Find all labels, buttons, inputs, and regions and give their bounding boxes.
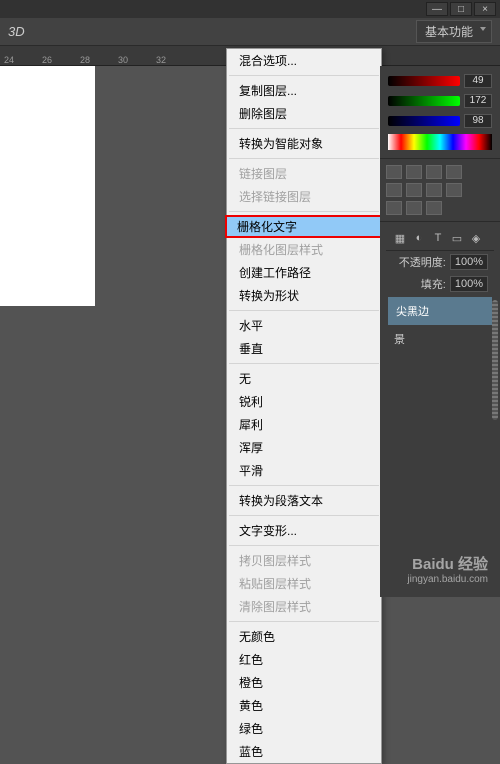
adjustment-icon[interactable] [386, 201, 402, 215]
fill-label: 填充: [421, 276, 446, 292]
menu-blue[interactable]: 蓝色 [227, 740, 381, 763]
menu-link-layers: 链接图层 [227, 162, 381, 185]
menu-convert-paragraph[interactable]: 转换为段落文本 [227, 489, 381, 512]
menu-no-color[interactable]: 无颜色 [227, 625, 381, 648]
red-value[interactable]: 49 [464, 74, 492, 88]
menu-paste-style: 粘贴图层样式 [227, 572, 381, 595]
adjustment-icon[interactable] [406, 165, 422, 179]
menu-aa-none[interactable]: 无 [227, 367, 381, 390]
fill-value[interactable]: 100% [450, 276, 488, 292]
menu-aa-strong[interactable]: 浑厚 [227, 436, 381, 459]
menu-aa-sharp[interactable]: 锐利 [227, 390, 381, 413]
color-panel: 49 172 98 [380, 66, 500, 158]
menu-green[interactable]: 绿色 [227, 717, 381, 740]
green-slider[interactable] [388, 96, 460, 106]
menu-rasterize-style: 栅格化图层样式 [227, 238, 381, 261]
filter-adjust-icon[interactable]: ◐ [411, 232, 427, 246]
menu-select-linked: 选择链接图层 [227, 185, 381, 208]
opacity-label: 不透明度: [399, 254, 446, 270]
menu-horizontal[interactable]: 水平 [227, 314, 381, 337]
watermark: Baidu 经验 jingyan.baidu.com [407, 553, 488, 585]
workspace-switcher[interactable]: 基本功能 [416, 20, 492, 43]
menu-yellow[interactable]: 黄色 [227, 694, 381, 717]
layer-filter-row: ▦ ◐ T ▭ ◈ [386, 228, 494, 251]
adjustment-icon[interactable] [386, 183, 402, 197]
adjustment-icon[interactable] [426, 183, 442, 197]
adjustment-icon[interactable] [446, 183, 462, 197]
panel-scrollbar[interactable] [492, 300, 498, 420]
watermark-logo: Baidu 经验 [407, 553, 488, 574]
adjustment-icon[interactable] [406, 183, 422, 197]
layer-context-menu: 混合选项... 复制图层... 删除图层 转换为智能对象 链接图层 选择链接图层… [226, 48, 382, 764]
minimize-button[interactable]: — [426, 2, 448, 16]
filter-pixel-icon[interactable]: ▦ [392, 232, 408, 246]
adjustments-row-3 [386, 201, 494, 215]
menu-aa-smooth[interactable]: 平滑 [227, 459, 381, 482]
layer-row[interactable]: 景 [386, 327, 494, 351]
menu-orange[interactable]: 橙色 [227, 671, 381, 694]
color-spectrum[interactable] [388, 134, 492, 150]
filter-shape-icon[interactable]: ▭ [449, 232, 465, 246]
ruler-mark: 28 [80, 55, 118, 65]
ruler-mark: 24 [4, 55, 42, 65]
menu-vertical[interactable]: 垂直 [227, 337, 381, 360]
red-slider[interactable] [388, 76, 460, 86]
watermark-url: jingyan.baidu.com [407, 574, 488, 585]
green-value[interactable]: 172 [464, 94, 492, 108]
menu-blend-options[interactable]: 混合选项... [227, 49, 381, 72]
adjustment-icon[interactable] [386, 165, 402, 179]
blue-value[interactable]: 98 [464, 114, 492, 128]
canvas[interactable] [0, 66, 95, 306]
menu-rasterize-text[interactable]: 栅格化文字 [225, 215, 383, 238]
adjustment-icon[interactable] [426, 165, 442, 179]
menu-red[interactable]: 红色 [227, 648, 381, 671]
close-button[interactable]: × [474, 2, 496, 16]
ruler-mark: 32 [156, 55, 194, 65]
ruler-mark: 26 [42, 55, 80, 65]
adjustment-icon[interactable] [446, 165, 462, 179]
maximize-button[interactable]: □ [450, 2, 472, 16]
menu-convert-smart[interactable]: 转换为智能对象 [227, 132, 381, 155]
menu-convert-shape[interactable]: 转换为形状 [227, 284, 381, 307]
right-panels: 49 172 98 [380, 66, 500, 597]
ruler-mark: 30 [118, 55, 156, 65]
tab-3d[interactable]: 3D [8, 24, 25, 39]
adjustment-icon[interactable] [406, 201, 422, 215]
filter-smart-icon[interactable]: ◈ [468, 232, 484, 246]
menu-aa-crisp[interactable]: 犀利 [227, 413, 381, 436]
menu-delete-layer[interactable]: 删除图层 [227, 102, 381, 125]
opacity-value[interactable]: 100% [450, 254, 488, 270]
adjustments-row-1 [386, 165, 494, 179]
filter-text-icon[interactable]: T [430, 232, 446, 246]
adjustments-row-2 [386, 183, 494, 197]
menu-create-workpath[interactable]: 创建工作路径 [227, 261, 381, 284]
menu-copy-style: 拷贝图层样式 [227, 549, 381, 572]
adjustment-icon[interactable] [426, 201, 442, 215]
blue-slider[interactable] [388, 116, 460, 126]
menu-warp-text[interactable]: 文字变形... [227, 519, 381, 542]
menu-clear-style: 清除图层样式 [227, 595, 381, 618]
layer-row-active[interactable]: 尖黑边 [388, 297, 492, 325]
menu-copy-layer[interactable]: 复制图层... [227, 79, 381, 102]
